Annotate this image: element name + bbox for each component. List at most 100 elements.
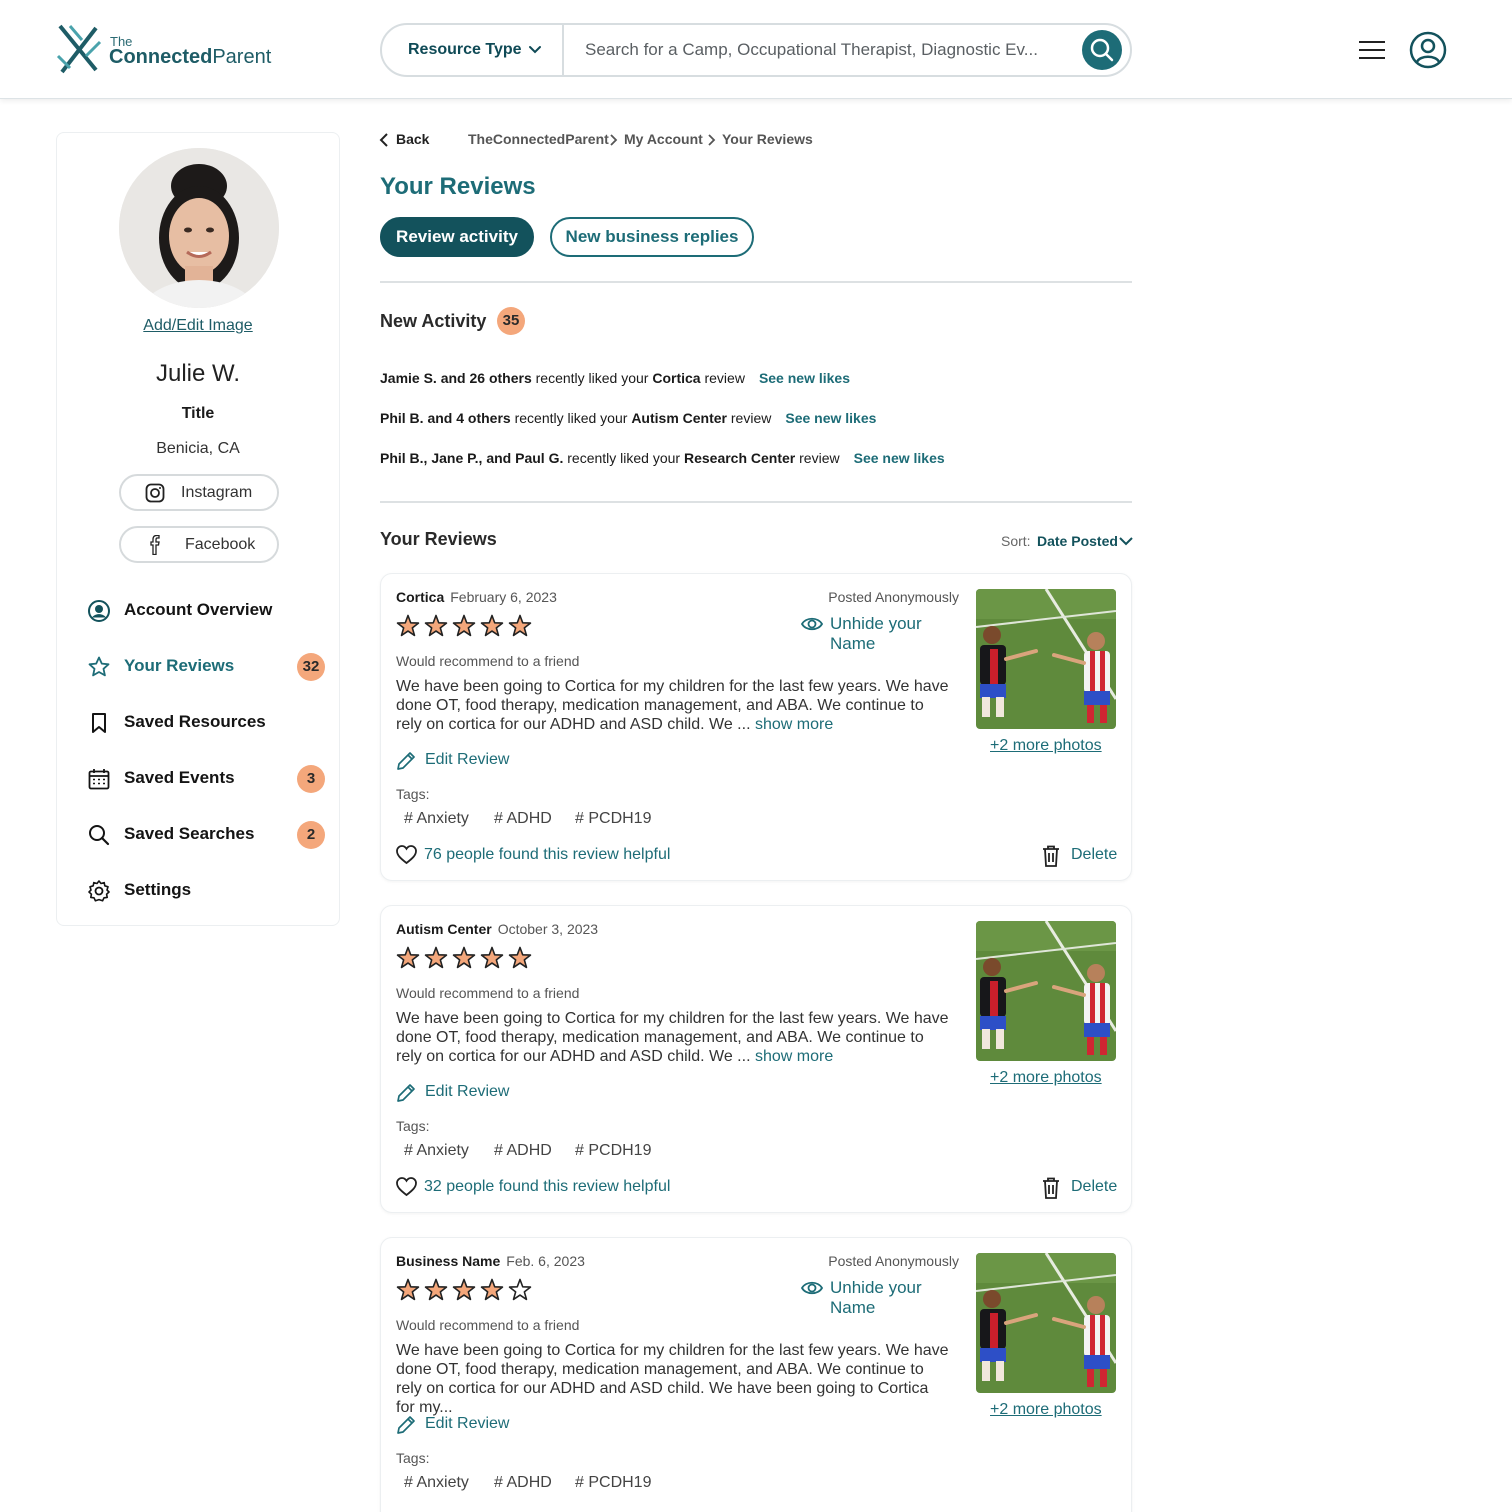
menu-icon[interactable] [1359, 40, 1385, 60]
unhide-name-label: Unhide your Name [830, 1278, 922, 1317]
gear-icon [88, 880, 110, 902]
unhide-name-button[interactable]: Unhide your Name [801, 614, 963, 653]
edit-review-button[interactable]: Edit Review [396, 749, 516, 773]
search-button[interactable] [1082, 30, 1122, 70]
nav-saved-searches-label: Saved Searches [124, 824, 255, 843]
review-business: Business Name Feb. 6, 2023 [396, 1253, 585, 1269]
star-filled-icon [424, 1278, 448, 1301]
review-card: Business Name Feb. 6, 2023 Posted Anonymo… [380, 1237, 1132, 1512]
tag[interactable]: # PCDH19 [575, 810, 651, 828]
tab-review-activity[interactable]: Review activity [380, 217, 534, 257]
more-photos-link[interactable]: +2 more photos [990, 1401, 1102, 1419]
heart-icon [396, 845, 417, 865]
nav-saved-resources[interactable]: Saved Resources [87, 708, 327, 738]
helpful-button[interactable]: 76 people found this review helpful [396, 844, 696, 868]
chevron-down-icon[interactable] [1119, 535, 1133, 547]
add-edit-image-link[interactable]: Add/Edit Image [57, 317, 339, 335]
calendar-icon [88, 769, 110, 790]
edit-review-button[interactable]: Edit Review [396, 1413, 516, 1437]
nav-settings-label: Settings [124, 880, 192, 899]
delete-label: Delete [1071, 846, 1118, 863]
star-filled-icon [424, 614, 448, 637]
account-icon [88, 600, 110, 622]
unhide-name-button[interactable]: Unhide your Name [801, 1278, 963, 1317]
trash-icon [1043, 1177, 1059, 1199]
more-photos-link[interactable]: +2 more photos [990, 1069, 1102, 1087]
tag[interactable]: # PCDH19 [575, 1142, 651, 1160]
nav-saved-events[interactable]: Saved Events [87, 764, 327, 794]
star-filled-icon [508, 946, 532, 969]
instagram-icon [145, 483, 165, 503]
review-photo[interactable] [976, 1253, 1116, 1393]
tags-label: Tags: [396, 1450, 430, 1466]
sort-dropdown[interactable]: Date Posted [1037, 533, 1118, 549]
tag[interactable]: # ADHD [494, 810, 552, 828]
facebook-button[interactable]: Facebook [119, 526, 279, 563]
nav-your-reviews[interactable]: Your Reviews [87, 652, 327, 682]
show-more-link[interactable]: show more [755, 716, 833, 733]
star-filled-icon [508, 614, 532, 637]
chevron-right-icon [708, 134, 716, 146]
facebook-icon [150, 535, 160, 555]
see-new-likes-link[interactable]: See new likes [785, 410, 876, 426]
nav-account-overview[interactable]: Account Overview [87, 596, 327, 626]
nav-saved-events-label: Saved Events [124, 768, 235, 787]
tag[interactable]: # Anxiety [404, 810, 469, 828]
star-rating [396, 946, 532, 969]
helpful-button[interactable]: 32 people found this review helpful [396, 1176, 696, 1200]
nav-your-reviews-label: Your Reviews [124, 656, 235, 675]
tag[interactable]: # ADHD [494, 1474, 552, 1492]
delete-review-button[interactable]: Delete [1042, 1176, 1122, 1200]
review-photo[interactable] [976, 921, 1116, 1061]
edit-review-button[interactable]: Edit Review [396, 1081, 516, 1105]
review-business: Autism Center October 3, 2023 [396, 921, 599, 937]
instagram-label: Instagram [181, 484, 253, 501]
search-icon [89, 825, 110, 846]
breadcrumb-my-account[interactable]: My Account [624, 131, 703, 147]
activity-item: Phil B. and 4 others recently liked your… [380, 410, 877, 426]
star-empty-icon [508, 1278, 532, 1301]
tag[interactable]: # PCDH19 [575, 1474, 651, 1492]
star-rating [396, 614, 532, 637]
review-business: Cortica February 6, 2023 [396, 589, 557, 605]
tag[interactable]: # Anxiety [404, 1142, 469, 1160]
search-input[interactable]: Search for a Camp, Occupational Therapis… [585, 40, 1038, 60]
tag[interactable]: # Anxiety [404, 1474, 469, 1492]
back-link[interactable]: Back [396, 131, 429, 147]
activity-item: Phil B., Jane P., and Paul G. recently l… [380, 450, 945, 466]
recommend-text: Would recommend to a friend [396, 653, 580, 669]
logo-icon[interactable] [56, 22, 102, 76]
divider [380, 281, 1132, 283]
see-new-likes-link[interactable]: See new likes [759, 370, 850, 386]
tab-new-business-replies[interactable]: New business replies [550, 217, 754, 257]
saved-searches-badge: 2 [297, 821, 325, 849]
delete-label: Delete [1071, 1178, 1118, 1195]
star-filled-icon [480, 614, 504, 637]
see-new-likes-link[interactable]: See new likes [854, 450, 945, 466]
tag[interactable]: # ADHD [494, 1142, 552, 1160]
nav-settings[interactable]: Settings [87, 876, 327, 906]
user-title: Title [181, 405, 215, 422]
review-card: Cortica February 6, 2023 Posted Anonymous… [380, 573, 1132, 881]
nav-account-overview-label: Account Overview [124, 600, 273, 619]
review-text: We have been going to Cortica for my chi… [396, 1010, 949, 1065]
breadcrumb-home[interactable]: TheConnectedParent [468, 131, 609, 147]
logo-wordmark[interactable]: ConnectedParent [109, 46, 271, 69]
instagram-button[interactable]: Instagram [119, 474, 279, 511]
reviews-count-badge: 32 [297, 653, 325, 681]
posted-anonymously-label: Posted Anonymously [828, 589, 959, 605]
nav-saved-searches[interactable]: Saved Searches [87, 820, 327, 850]
chevron-left-icon[interactable] [379, 133, 389, 147]
review-date: February 6, 2023 [450, 589, 557, 605]
edit-review-label: Edit Review [425, 1415, 510, 1432]
chevron-down-icon[interactable] [528, 43, 542, 57]
star-filled-icon [452, 1278, 476, 1301]
review-photo[interactable] [976, 589, 1116, 729]
show-more-link[interactable]: show more [755, 1048, 833, 1065]
user-icon[interactable] [1409, 31, 1447, 69]
review-card: Autism Center October 3, 2023 Would recom… [380, 905, 1132, 1213]
more-photos-link[interactable]: +2 more photos [990, 737, 1102, 755]
resource-type-dropdown[interactable]: Resource Type [408, 41, 522, 59]
breadcrumb-your-reviews[interactable]: Your Reviews [722, 131, 813, 147]
delete-review-button[interactable]: Delete [1042, 844, 1122, 868]
